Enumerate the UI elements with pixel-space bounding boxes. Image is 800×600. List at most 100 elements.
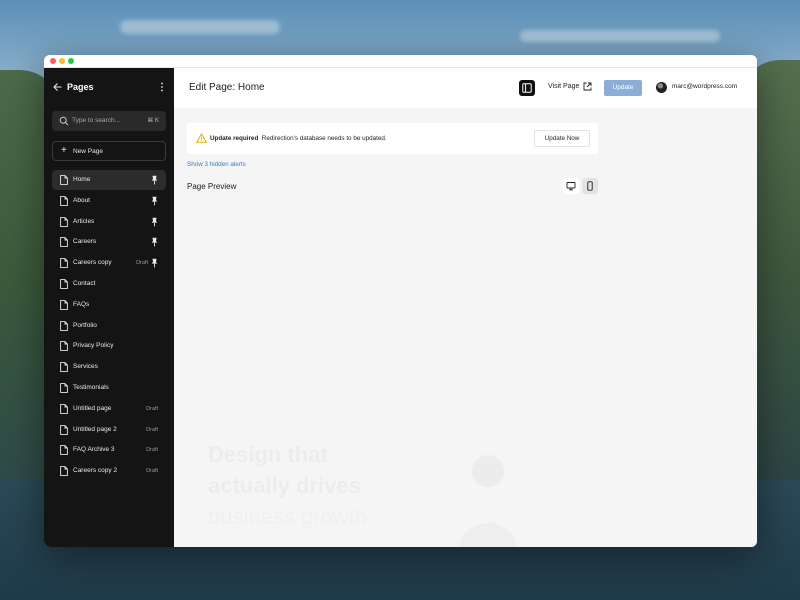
pin-icon[interactable]: [151, 175, 158, 185]
sidebar-item-testimonials[interactable]: Testimonials: [52, 378, 166, 398]
sidebar-header: Pages: [44, 68, 174, 108]
page-list: Home About Articles Careers Careers copy Draf…: [52, 170, 166, 482]
draft-badge: Draft: [146, 405, 158, 412]
update-button[interactable]: Update: [604, 80, 642, 96]
update-notice: Update required Redirection's database n…: [187, 123, 598, 154]
sidebar-item-label: Testimonials: [73, 383, 109, 391]
draft-badge: Draft: [146, 426, 158, 433]
sidebar-item-privacy-policy[interactable]: Privacy Policy: [52, 336, 166, 356]
sidebar-item-services[interactable]: Services: [52, 357, 166, 377]
minimize-window-button[interactable]: [59, 58, 65, 64]
document-icon: [60, 403, 68, 414]
document-icon: [60, 383, 68, 393]
preview-heading: Page Preview: [187, 182, 237, 191]
preview-headline: actually drives: [208, 473, 361, 498]
sidebar-item-label: About: [73, 196, 90, 204]
editor-main: Edit Page: Home Visit Page Update marc@w…: [174, 68, 757, 547]
sidebar-item-articles[interactable]: Articles: [52, 212, 166, 232]
close-window-button[interactable]: [50, 58, 56, 64]
page-title: Edit Page: Home: [189, 82, 265, 93]
sidebar-item-label: Articles: [73, 217, 95, 225]
search-shortcut: ⌘ K: [147, 118, 159, 124]
sidebar-item-careers-copy[interactable]: Careers copy Draft: [52, 253, 166, 273]
document-icon: [60, 341, 68, 352]
sidebar-item-label: Careers copy 2: [73, 467, 118, 475]
sidebar-item-portfolio[interactable]: Portfolio: [52, 316, 166, 336]
device-switcher: [563, 178, 599, 194]
sidebar-item-untitled-page[interactable]: Untitled page Draft: [52, 399, 166, 419]
new-page-label: New Page: [73, 148, 103, 155]
pin-icon[interactable]: [151, 217, 158, 227]
user-email[interactable]: marc@wordpress.com: [672, 83, 737, 90]
search-placeholder: Type to search...: [72, 117, 121, 124]
sidebar-item-about[interactable]: About: [52, 191, 166, 211]
preview-headline: business growth: [208, 504, 367, 529]
more-vertical-icon[interactable]: [160, 81, 164, 93]
draft-badge: Draft: [146, 447, 158, 454]
mobile-view-button[interactable]: [582, 178, 598, 194]
document-icon: [60, 445, 68, 456]
pin-icon[interactable]: [151, 258, 158, 268]
document-icon: [60, 424, 68, 435]
sidebar-item-label: Careers copy: [73, 259, 112, 267]
external-link-icon[interactable]: [583, 82, 592, 91]
document-icon: [60, 237, 68, 248]
draft-badge: Draft: [146, 468, 158, 475]
sidebar-item-label: Portfolio: [73, 321, 97, 329]
editor-header: Edit Page: Home Visit Page Update marc@w…: [174, 68, 757, 108]
preview-canvas: Design that actually drives business gro…: [174, 208, 757, 547]
sidebar-item-label: Untitled page 2: [73, 425, 117, 433]
sidebar-item-label: FAQ Archive 3: [73, 446, 115, 454]
sidebar-item-faqs[interactable]: FAQs: [52, 295, 166, 315]
document-icon: [60, 258, 68, 269]
draft-badge: Draft: [136, 260, 148, 267]
sidebar-item-home[interactable]: Home: [52, 170, 166, 190]
sidebar-item-careers[interactable]: Careers: [52, 232, 166, 252]
warning-icon: [196, 133, 207, 143]
pages-sidebar: Pages Type to search... ⌘ K + New Page H…: [44, 68, 174, 547]
mobile-icon: [587, 181, 593, 191]
desktop-view-button[interactable]: [563, 178, 579, 194]
background-cloud: [520, 30, 720, 42]
pin-icon[interactable]: [151, 196, 158, 206]
background-cloud: [120, 20, 280, 34]
sidebar-item-label: Home: [73, 176, 91, 183]
sidebar-item-untitled-page-2[interactable]: Untitled page 2 Draft: [52, 420, 166, 440]
app-window: Pages Type to search... ⌘ K + New Page H…: [44, 55, 757, 547]
sidebar-item-label: Contact: [73, 279, 96, 287]
document-icon: [60, 216, 68, 227]
desktop-icon: [566, 182, 576, 191]
notice-title: Update required: [210, 135, 259, 142]
sidebar-title: Pages: [67, 82, 94, 92]
sidebar-item-label: Careers: [73, 238, 97, 246]
plus-icon: +: [61, 145, 67, 156]
document-icon: [60, 466, 68, 477]
toggle-panel-button[interactable]: [519, 80, 535, 96]
sidebar-item-label: Services: [73, 363, 98, 371]
sidebar-item-label: Privacy Policy: [73, 342, 114, 350]
window-titlebar: [44, 55, 757, 68]
show-hidden-alerts-link[interactable]: Show 3 hidden alerts: [187, 161, 246, 168]
maximize-window-button[interactable]: [68, 58, 74, 64]
sidebar-panel-icon: [522, 83, 532, 93]
pin-icon[interactable]: [151, 237, 158, 247]
sidebar-item-faq-archive-3[interactable]: FAQ Archive 3 Draft: [52, 440, 166, 460]
notice-message: Redirection's database needs to be updat…: [261, 135, 387, 142]
visit-page-link[interactable]: Visit Page: [548, 83, 579, 90]
update-now-button[interactable]: Update Now: [534, 130, 590, 147]
document-icon: [60, 299, 68, 310]
avatar[interactable]: [656, 82, 667, 93]
notice-text: Update required Redirection's database n…: [210, 135, 387, 142]
search-icon: [59, 116, 69, 126]
arrow-left-icon[interactable]: [53, 81, 63, 93]
search-input[interactable]: Type to search... ⌘ K: [52, 111, 166, 131]
document-icon: [60, 279, 68, 289]
preview-headline: Design that: [208, 442, 328, 467]
new-page-button[interactable]: + New Page: [52, 141, 166, 161]
sidebar-item-careers-copy-2[interactable]: Careers copy 2 Draft: [52, 461, 166, 481]
sidebar-item-label: Untitled page: [73, 404, 112, 412]
document-icon: [60, 175, 68, 185]
document-icon: [60, 320, 68, 331]
sidebar-item-contact[interactable]: Contact: [52, 274, 166, 294]
document-icon: [60, 362, 68, 373]
